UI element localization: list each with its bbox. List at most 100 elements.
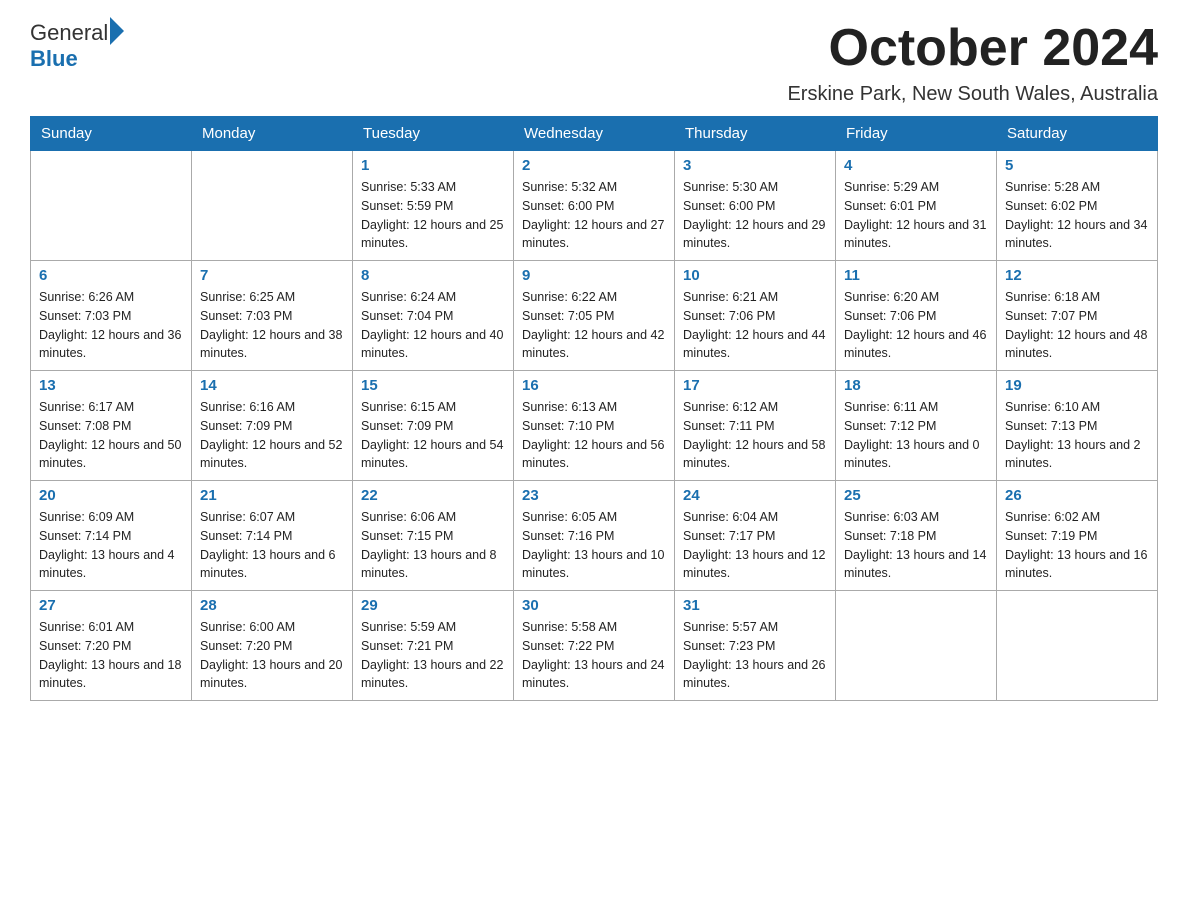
- calendar-cell: 14 Sunrise: 6:16 AMSunset: 7:09 PMDayligh…: [192, 371, 353, 481]
- day-info: Sunrise: 6:21 AMSunset: 7:06 PMDaylight:…: [683, 288, 827, 363]
- calendar-cell: 20 Sunrise: 6:09 AMSunset: 7:14 PMDayligh…: [31, 481, 192, 591]
- calendar-cell: 17Sunrise: 6:12 AMSunset: 7:11 PMDayligh…: [675, 371, 836, 481]
- day-number: 6: [39, 267, 183, 284]
- calendar-cell: 1 Sunrise: 5:33 AMSunset: 5:59 PMDaylight…: [353, 151, 514, 261]
- day-number: 9: [522, 267, 666, 284]
- day-number: 13: [39, 377, 183, 394]
- day-info: Sunrise: 6:01 AMSunset: 7:20 PMDaylight:…: [39, 618, 183, 693]
- calendar-cell: 18Sunrise: 6:11 AMSunset: 7:12 PMDayligh…: [836, 371, 997, 481]
- day-info: Sunrise: 6:03 AMSunset: 7:18 PMDaylight:…: [844, 508, 988, 583]
- calendar-table: SundayMondayTuesdayWednesdayThursdayFrid…: [30, 116, 1158, 701]
- calendar-cell: 16 Sunrise: 6:13 AMSunset: 7:10 PMDayligh…: [514, 371, 675, 481]
- day-number: 2: [522, 157, 666, 174]
- day-info: Sunrise: 6:02 AMSunset: 7:19 PMDaylight:…: [1005, 508, 1149, 583]
- day-number: 12: [1005, 267, 1149, 284]
- location-title: Erskine Park, New South Wales, Australia: [787, 83, 1158, 106]
- calendar-cell: 10 Sunrise: 6:21 AMSunset: 7:06 PMDayligh…: [675, 261, 836, 371]
- day-number: 11: [844, 267, 988, 284]
- calendar-cell: 25Sunrise: 6:03 AMSunset: 7:18 PMDayligh…: [836, 481, 997, 591]
- calendar-cell: 12Sunrise: 6:18 AMSunset: 7:07 PMDayligh…: [997, 261, 1158, 371]
- day-info: Sunrise: 6:24 AMSunset: 7:04 PMDaylight:…: [361, 288, 505, 363]
- day-number: 29: [361, 597, 505, 614]
- day-number: 14: [200, 377, 344, 394]
- weekday-header-thursday: Thursday: [675, 117, 836, 151]
- day-number: 8: [361, 267, 505, 284]
- week-row-5: 27Sunrise: 6:01 AMSunset: 7:20 PMDayligh…: [31, 591, 1158, 701]
- calendar-cell: 21 Sunrise: 6:07 AMSunset: 7:14 PMDayligh…: [192, 481, 353, 591]
- day-number: 1: [361, 157, 505, 174]
- day-info: Sunrise: 6:11 AMSunset: 7:12 PMDaylight:…: [844, 398, 988, 473]
- calendar-cell: 15Sunrise: 6:15 AMSunset: 7:09 PMDayligh…: [353, 371, 514, 481]
- calendar-cell: 24 Sunrise: 6:04 AMSunset: 7:17 PMDayligh…: [675, 481, 836, 591]
- weekday-header-row: SundayMondayTuesdayWednesdayThursdayFrid…: [31, 117, 1158, 151]
- weekday-header-sunday: Sunday: [31, 117, 192, 151]
- day-info: Sunrise: 6:25 AMSunset: 7:03 PMDaylight:…: [200, 288, 344, 363]
- calendar-cell: 22 Sunrise: 6:06 AMSunset: 7:15 PMDayligh…: [353, 481, 514, 591]
- day-number: 22: [361, 487, 505, 504]
- weekday-header-tuesday: Tuesday: [353, 117, 514, 151]
- day-info: Sunrise: 6:16 AMSunset: 7:09 PMDaylight:…: [200, 398, 344, 473]
- day-number: 19: [1005, 377, 1149, 394]
- day-info: Sunrise: 5:29 AMSunset: 6:01 PMDaylight:…: [844, 178, 988, 253]
- calendar-cell: [192, 151, 353, 261]
- day-info: Sunrise: 5:58 AMSunset: 7:22 PMDaylight:…: [522, 618, 666, 693]
- calendar-cell: [997, 591, 1158, 701]
- day-info: Sunrise: 6:04 AMSunset: 7:17 PMDaylight:…: [683, 508, 827, 583]
- calendar-cell: 27Sunrise: 6:01 AMSunset: 7:20 PMDayligh…: [31, 591, 192, 701]
- day-info: Sunrise: 5:30 AMSunset: 6:00 PMDaylight:…: [683, 178, 827, 253]
- calendar-cell: 3Sunrise: 5:30 AMSunset: 6:00 PMDaylight…: [675, 151, 836, 261]
- week-row-3: 13 Sunrise: 6:17 AMSunset: 7:08 PMDayligh…: [31, 371, 1158, 481]
- weekday-header-wednesday: Wednesday: [514, 117, 675, 151]
- day-info: Sunrise: 6:06 AMSunset: 7:15 PMDaylight:…: [361, 508, 505, 583]
- logo-blue-text: Blue: [30, 46, 78, 72]
- logo: General Blue: [30, 20, 124, 72]
- calendar-cell: 13 Sunrise: 6:17 AMSunset: 7:08 PMDayligh…: [31, 371, 192, 481]
- day-info: Sunrise: 6:07 AMSunset: 7:14 PMDaylight:…: [200, 508, 344, 583]
- day-info: Sunrise: 6:22 AMSunset: 7:05 PMDaylight:…: [522, 288, 666, 363]
- day-info: Sunrise: 6:17 AMSunset: 7:08 PMDaylight:…: [39, 398, 183, 473]
- calendar-cell: 4 Sunrise: 5:29 AMSunset: 6:01 PMDaylight…: [836, 151, 997, 261]
- week-row-1: 1 Sunrise: 5:33 AMSunset: 5:59 PMDaylight…: [31, 151, 1158, 261]
- calendar-cell: 31Sunrise: 5:57 AMSunset: 7:23 PMDayligh…: [675, 591, 836, 701]
- calendar-cell: [836, 591, 997, 701]
- title-area: October 2024 Erskine Park, New South Wal…: [787, 20, 1158, 106]
- day-number: 23: [522, 487, 666, 504]
- calendar-cell: 7 Sunrise: 6:25 AMSunset: 7:03 PMDaylight…: [192, 261, 353, 371]
- day-info: Sunrise: 5:33 AMSunset: 5:59 PMDaylight:…: [361, 178, 505, 253]
- day-number: 31: [683, 597, 827, 614]
- logo-general-text: General: [30, 20, 108, 46]
- week-row-4: 20 Sunrise: 6:09 AMSunset: 7:14 PMDayligh…: [31, 481, 1158, 591]
- day-number: 7: [200, 267, 344, 284]
- day-info: Sunrise: 5:59 AMSunset: 7:21 PMDaylight:…: [361, 618, 505, 693]
- day-number: 26: [1005, 487, 1149, 504]
- calendar-cell: 8 Sunrise: 6:24 AMSunset: 7:04 PMDaylight…: [353, 261, 514, 371]
- day-info: Sunrise: 6:15 AMSunset: 7:09 PMDaylight:…: [361, 398, 505, 473]
- calendar-cell: 30 Sunrise: 5:58 AMSunset: 7:22 PMDayligh…: [514, 591, 675, 701]
- calendar-cell: 29 Sunrise: 5:59 AMSunset: 7:21 PMDayligh…: [353, 591, 514, 701]
- day-number: 4: [844, 157, 988, 174]
- day-info: Sunrise: 6:13 AMSunset: 7:10 PMDaylight:…: [522, 398, 666, 473]
- day-info: Sunrise: 5:28 AMSunset: 6:02 PMDaylight:…: [1005, 178, 1149, 253]
- month-title: October 2024: [787, 20, 1158, 77]
- day-number: 10: [683, 267, 827, 284]
- day-number: 30: [522, 597, 666, 614]
- day-info: Sunrise: 6:26 AMSunset: 7:03 PMDaylight:…: [39, 288, 183, 363]
- week-row-2: 6 Sunrise: 6:26 AMSunset: 7:03 PMDaylight…: [31, 261, 1158, 371]
- calendar-cell: 2 Sunrise: 5:32 AMSunset: 6:00 PMDaylight…: [514, 151, 675, 261]
- day-info: Sunrise: 6:05 AMSunset: 7:16 PMDaylight:…: [522, 508, 666, 583]
- day-number: 24: [683, 487, 827, 504]
- calendar-cell: 11Sunrise: 6:20 AMSunset: 7:06 PMDayligh…: [836, 261, 997, 371]
- day-number: 21: [200, 487, 344, 504]
- day-info: Sunrise: 6:00 AMSunset: 7:20 PMDaylight:…: [200, 618, 344, 693]
- day-number: 20: [39, 487, 183, 504]
- logo-triangle-icon: [110, 17, 124, 45]
- day-info: Sunrise: 6:12 AMSunset: 7:11 PMDaylight:…: [683, 398, 827, 473]
- calendar-cell: 28Sunrise: 6:00 AMSunset: 7:20 PMDayligh…: [192, 591, 353, 701]
- day-number: 16: [522, 377, 666, 394]
- day-info: Sunrise: 5:32 AMSunset: 6:00 PMDaylight:…: [522, 178, 666, 253]
- day-info: Sunrise: 6:09 AMSunset: 7:14 PMDaylight:…: [39, 508, 183, 583]
- day-info: Sunrise: 6:10 AMSunset: 7:13 PMDaylight:…: [1005, 398, 1149, 473]
- calendar-cell: 26 Sunrise: 6:02 AMSunset: 7:19 PMDayligh…: [997, 481, 1158, 591]
- calendar-cell: 5Sunrise: 5:28 AMSunset: 6:02 PMDaylight…: [997, 151, 1158, 261]
- calendar-cell: 9 Sunrise: 6:22 AMSunset: 7:05 PMDaylight…: [514, 261, 675, 371]
